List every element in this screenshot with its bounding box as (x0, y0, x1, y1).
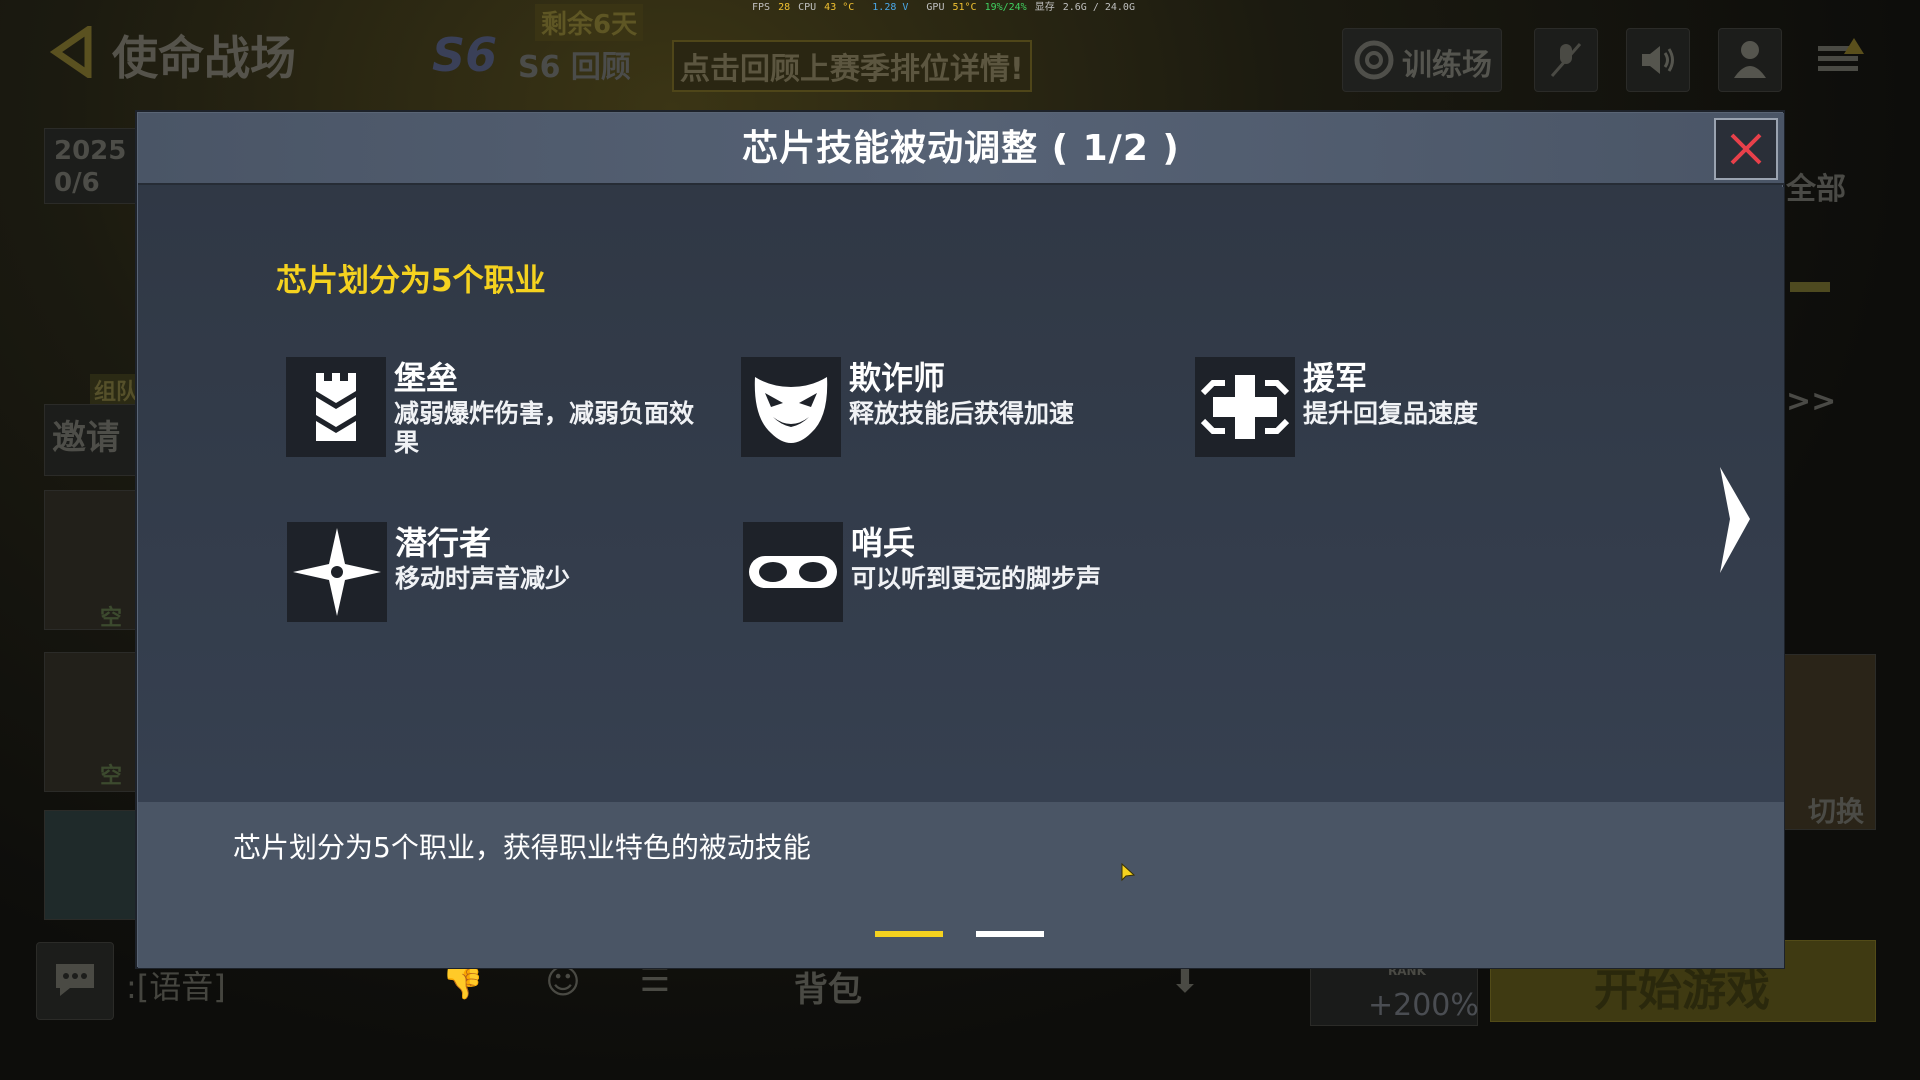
class-item-trickster: 欺诈师 释放技能后获得加速 (741, 357, 1161, 457)
class-name: 潜行者 (395, 524, 492, 562)
class-desc: 提升回复品速度 (1303, 399, 1479, 428)
thumbs-down-icon[interactable]: 👎 (440, 962, 486, 1002)
back-arrow-icon[interactable] (48, 26, 98, 78)
gpu-usage: 19%/24% (984, 2, 1027, 13)
target-icon (1354, 40, 1394, 80)
fortress-tower-icon (286, 357, 386, 457)
close-icon (1730, 133, 1762, 165)
fps-label: FPS (752, 2, 771, 13)
season-badge: S6 (432, 28, 498, 82)
medic-cross-icon (1195, 357, 1295, 457)
dialog-footer: 芯片划分为5个职业，获得职业特色的被动技能 (138, 802, 1784, 968)
backpack-button[interactable]: 背包 (794, 962, 862, 1011)
class-desc: 释放技能后获得加速 (849, 399, 1075, 428)
vram-label: 显存 (1034, 2, 1055, 13)
cpu-voltage: 1.28 V (872, 2, 909, 13)
class-desc: 减弱爆炸伤害，减弱负面效果 (394, 399, 695, 457)
gpu-label: GPU (926, 2, 945, 13)
menu-icon[interactable] (1816, 36, 1866, 80)
class-item-medic: 援军 提升回复品速度 (1195, 357, 1615, 457)
dialog-title: 芯片技能被动调整 ( 1/2 ) (742, 128, 1180, 169)
date-year: 2025 (54, 136, 127, 166)
teammate-slot-1[interactable] (44, 490, 136, 630)
rank-bonus: +200% (1368, 988, 1479, 1023)
page-indicator-2[interactable] (976, 931, 1044, 937)
vram-value: 2.6G / 24.0G (1062, 2, 1135, 13)
season-banner[interactable]: 点击回顾上赛季排位详情! (672, 40, 1032, 92)
cpu-label: CPU (798, 2, 817, 13)
empty-slot-2: 空 (100, 764, 123, 789)
section-title: 芯片划分为5个职业 (276, 263, 546, 299)
class-name: 哨兵 (851, 524, 916, 562)
mouse-cursor-icon (1121, 863, 1136, 882)
chat-bubble-icon (56, 964, 94, 996)
right-more[interactable]: >> (1786, 384, 1836, 419)
profile-icon[interactable]: ☺ (540, 962, 586, 1002)
class-item-sentinel: 哨兵 可以听到更远的脚步声 (743, 522, 1163, 622)
voice-chat-label[interactable]: :[语音] (126, 962, 226, 1008)
mic-muted-icon (1550, 43, 1582, 77)
shuriken-star-icon (287, 522, 387, 622)
fps-value: 28 (778, 2, 791, 13)
training-label: 训练场 (1402, 48, 1492, 83)
next-page-button[interactable] (1706, 457, 1766, 587)
friends-icon (1734, 41, 1766, 78)
mode-title[interactable]: 使命战场 (112, 22, 296, 88)
goggles-icon (743, 522, 843, 622)
empty-slot-1: 空 (100, 606, 123, 631)
performance-hud: FPS 28 CPU 43 °C 1.28 V GPU 51°C 19%/24%… (752, 0, 1135, 15)
close-button[interactable] (1714, 118, 1778, 180)
team-label: 组队 (90, 374, 143, 406)
trickster-mask-icon (741, 357, 841, 457)
invite-label[interactable]: 邀请 (52, 410, 120, 459)
class-desc: 移动时声音减少 (395, 564, 571, 593)
season-review-button[interactable]: S6 回顾 (518, 42, 631, 86)
dialog-header: 芯片技能被动调整 ( 1/2 ) (138, 113, 1784, 185)
speaker-icon (1642, 46, 1674, 74)
class-name: 援军 (1303, 359, 1368, 397)
chip-skill-dialog: 芯片技能被动调整 ( 1/2 ) 芯片划分为5个职业 堡垒 减弱爆炸伤害，减弱负… (137, 112, 1784, 968)
class-name: 欺诈师 (849, 359, 946, 397)
switch-map-button[interactable]: 切换 (1808, 790, 1864, 830)
page-indicator-1[interactable] (875, 931, 943, 937)
chevron-right-icon (1720, 467, 1750, 573)
dialog-body: 芯片划分为5个职业 堡垒 减弱爆炸伤害，减弱负面效果 欺诈师 释放技能后获得加速… (138, 187, 1784, 802)
footer-description: 芯片划分为5个职业，获得职业特色的被动技能 (233, 831, 811, 864)
right-progress (1790, 282, 1830, 292)
teammate-slot-3[interactable] (44, 810, 136, 920)
class-item-fortress: 堡垒 减弱爆炸伤害，减弱负面效果 (286, 357, 706, 457)
cpu-temp: 43 °C (824, 2, 855, 13)
all-filter[interactable]: 全部 (1786, 164, 1846, 208)
gpu-temp: 51°C (952, 2, 977, 13)
days-left-badge: 剩余6天 (535, 4, 644, 41)
date-count: 0/6 (54, 168, 100, 198)
class-item-stalker: 潜行者 移动时声音减少 (287, 522, 707, 622)
class-desc: 可以听到更远的脚步声 (851, 564, 1102, 593)
class-name: 堡垒 (394, 359, 459, 397)
teammate-slot-2[interactable] (44, 652, 136, 792)
